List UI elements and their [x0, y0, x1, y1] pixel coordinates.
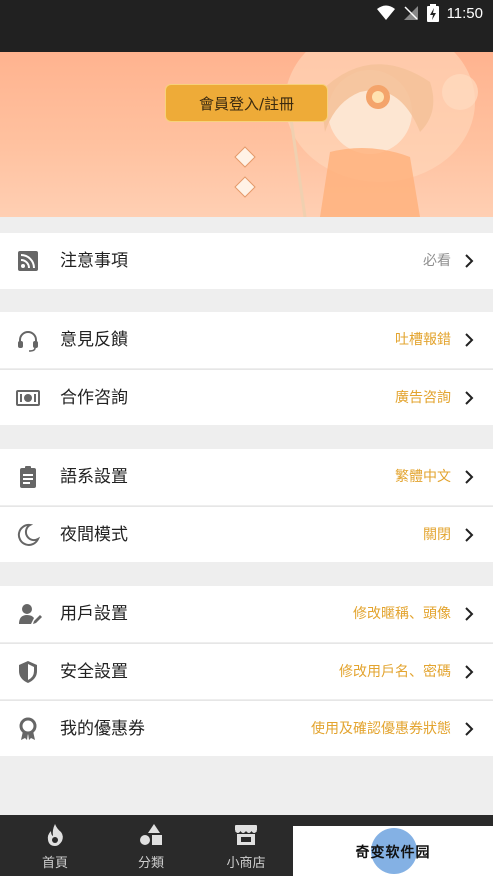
- chevron-right-icon: [465, 607, 474, 621]
- menu-row-night-mode[interactable]: 夜間模式 關閉: [0, 506, 493, 562]
- menu-value-cooperation: 廣告咨詢: [395, 390, 451, 406]
- menu-value-coupons: 使用及確認優惠券狀態: [311, 721, 451, 737]
- chevron-right-icon: [465, 254, 474, 268]
- menu-label-notice: 注意事項: [60, 251, 128, 271]
- menu-label-cooperation: 合作咨詢: [60, 388, 128, 408]
- member-login-button[interactable]: 會員登入/註冊: [165, 84, 328, 122]
- award-ribbon-icon: [19, 717, 37, 740]
- section-divider: [0, 426, 493, 449]
- menu-value-language: 繁體中文: [395, 469, 451, 485]
- section-divider: [0, 289, 493, 312]
- shield-icon: [19, 661, 37, 683]
- chevron-right-icon: [465, 665, 474, 679]
- status-icons: 11:50: [376, 4, 483, 22]
- menu-row-coupons[interactable]: 我的優惠券 使用及確認優惠券狀態: [0, 700, 493, 756]
- menu-label-user-settings: 用戶設置: [60, 604, 128, 624]
- menu-value-security: 修改用戶名、密碼: [339, 664, 451, 680]
- chevron-right-icon: [465, 333, 474, 347]
- watermark-overlay: 奇变软件园: [293, 826, 493, 876]
- status-bar: 11:50: [0, 0, 493, 52]
- store-icon: [235, 825, 257, 845]
- rss-feed-icon: [18, 251, 38, 271]
- menu-label-language: 語系設置: [60, 467, 128, 487]
- watermark-text: 奇变软件园: [355, 845, 431, 861]
- menu-row-language[interactable]: 語系設置 繁體中文: [0, 449, 493, 505]
- menu-row-notice[interactable]: 注意事項 必看: [0, 233, 493, 289]
- nav-label-home: 首頁: [41, 856, 68, 871]
- status-time: 11:50: [446, 4, 483, 22]
- flame-icon: [47, 824, 63, 846]
- battery-charging-icon: [426, 4, 439, 22]
- nav-label-shop: 小商店: [226, 856, 266, 871]
- menu-label-night-mode: 夜間模式: [60, 525, 128, 545]
- chevron-right-icon: [465, 722, 474, 736]
- menu-row-feedback[interactable]: 意見反饋 吐槽報錯: [0, 312, 493, 368]
- chevron-right-icon: [465, 470, 474, 484]
- moon-icon: [17, 523, 40, 546]
- menu-value-user-settings: 修改暱稱、頭像: [353, 606, 451, 622]
- no-signal-icon: [403, 6, 418, 20]
- menu-row-security[interactable]: 安全設置 修改用戶名、密碼: [0, 643, 493, 699]
- user-edit-icon: [19, 604, 42, 624]
- menu-row-cooperation[interactable]: 合作咨詢 廣告咨詢: [0, 369, 493, 425]
- section-divider: [0, 217, 493, 233]
- nav-item-category[interactable]: 分類: [103, 815, 199, 876]
- menu-value-feedback: 吐槽報錯: [395, 332, 451, 348]
- hero-banner: 會員登入/註冊: [0, 52, 493, 217]
- menu-label-feedback: 意見反饋: [60, 330, 128, 350]
- anime-character-illustration: [234, 52, 478, 217]
- nav-item-shop[interactable]: 小商店: [198, 815, 294, 876]
- chevron-right-icon: [465, 391, 474, 405]
- chevron-right-icon: [465, 528, 474, 542]
- shapes-icon: [140, 824, 162, 845]
- menu-label-security: 安全設置: [60, 662, 128, 682]
- menu-value-night-mode: 關閉: [423, 527, 451, 543]
- menu-row-user-settings[interactable]: 用戶設置 修改暱稱、頭像: [0, 586, 493, 642]
- nav-label-category: 分類: [137, 856, 164, 871]
- menu-label-coupons: 我的優惠券: [60, 719, 145, 739]
- nav-item-home[interactable]: 首頁: [7, 815, 103, 876]
- section-divider: [0, 563, 493, 586]
- menu-value-notice: 必看: [423, 253, 451, 269]
- headset-icon: [18, 331, 38, 352]
- wifi-icon: [376, 5, 395, 20]
- money-bill-icon: [16, 390, 40, 406]
- clipboard-list-icon: [20, 466, 36, 488]
